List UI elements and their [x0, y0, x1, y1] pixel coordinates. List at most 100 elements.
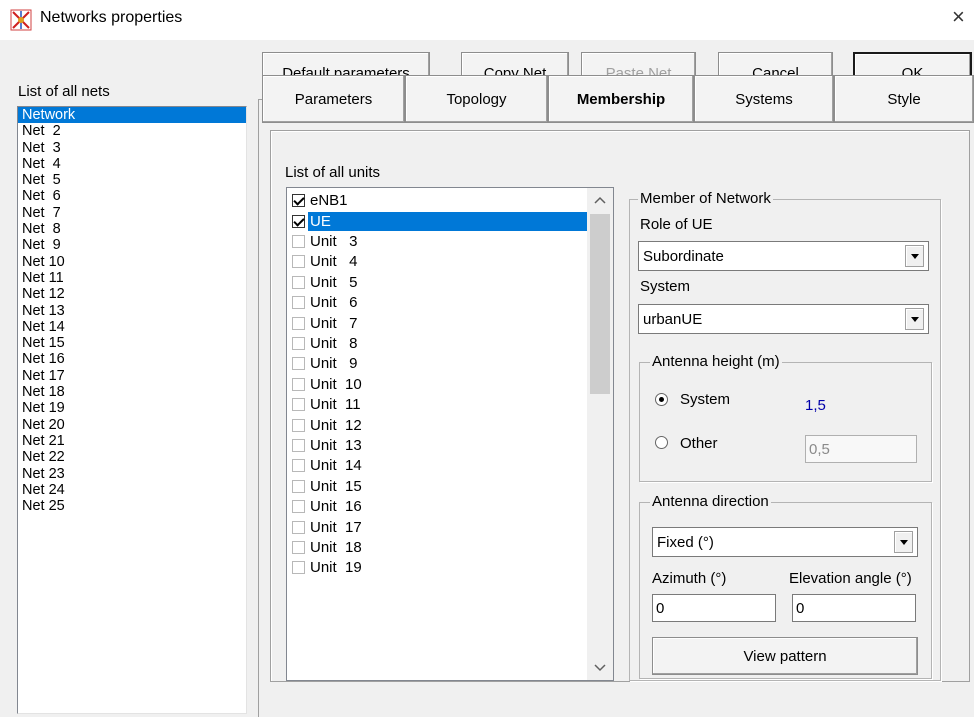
- net-list-item[interactable]: Net 22: [18, 449, 246, 465]
- unit-checkbox[interactable]: [292, 337, 305, 351]
- unit-checkbox[interactable]: [292, 194, 305, 208]
- azimuth-input[interactable]: 0: [652, 594, 776, 622]
- unit-checkbox[interactable]: [292, 398, 305, 412]
- antenna-height-system-radio[interactable]: [655, 393, 668, 406]
- unit-checkbox[interactable]: [292, 214, 305, 228]
- unit-checkbox[interactable]: [292, 418, 305, 432]
- unit-label: Unit 16: [310, 498, 362, 516]
- antenna-height-other-input[interactable]: 0,5: [805, 435, 917, 463]
- unit-label: Unit 19: [310, 559, 362, 577]
- unit-checkbox[interactable]: [292, 275, 305, 289]
- title-bar: Networks properties ×: [0, 0, 974, 40]
- unit-list-item[interactable]: Unit 4: [288, 252, 587, 272]
- antenna-height-other-label: Other: [680, 435, 718, 452]
- unit-checkbox[interactable]: [292, 479, 305, 493]
- unit-checkbox[interactable]: [292, 357, 305, 371]
- unit-list-item[interactable]: Unit 3: [288, 232, 587, 252]
- close-icon[interactable]: ×: [952, 4, 965, 30]
- unit-list-item[interactable]: Unit 14: [288, 456, 587, 476]
- tab-parameters[interactable]: Parameters: [262, 75, 405, 123]
- unit-checkbox[interactable]: [292, 520, 305, 534]
- net-list-item[interactable]: Net 2: [18, 123, 246, 139]
- net-list-item[interactable]: Net 23: [18, 466, 246, 482]
- unit-checkbox[interactable]: [292, 296, 305, 310]
- net-list-item[interactable]: Network: [18, 107, 246, 124]
- net-list-item[interactable]: Net 15: [18, 335, 246, 351]
- unit-checkbox[interactable]: [292, 439, 305, 453]
- unit-list-item[interactable]: Unit 10: [288, 375, 587, 395]
- unit-list-item[interactable]: Unit 13: [288, 436, 587, 456]
- unit-list-item[interactable]: eNB1: [288, 191, 587, 211]
- scroll-up-icon[interactable]: [587, 190, 613, 210]
- unit-list-item[interactable]: Unit 9: [288, 354, 587, 374]
- antenna-direction-value: Fixed (°): [657, 533, 714, 551]
- antenna-direction-select[interactable]: Fixed (°): [652, 527, 918, 557]
- system-value: urbanUE: [643, 310, 703, 328]
- unit-list-item[interactable]: UE: [288, 211, 587, 231]
- azimuth-label: Azimuth (°): [652, 570, 727, 587]
- system-select[interactable]: urbanUE: [638, 304, 929, 334]
- net-list-item[interactable]: Net 24: [18, 482, 246, 498]
- tab-systems[interactable]: Systems: [694, 75, 834, 123]
- unit-list-item[interactable]: Unit 18: [288, 538, 587, 558]
- unit-checkbox[interactable]: [292, 316, 305, 330]
- net-list-item[interactable]: Net 14: [18, 319, 246, 335]
- net-list-item[interactable]: Net 3: [18, 140, 246, 156]
- unit-list-item[interactable]: Unit 11: [288, 395, 587, 415]
- scrollbar-thumb[interactable]: [590, 214, 610, 394]
- unit-list-item[interactable]: Unit 5: [288, 273, 587, 293]
- unit-list-item[interactable]: Unit 15: [288, 477, 587, 497]
- unit-checkbox[interactable]: [292, 561, 305, 575]
- scroll-down-icon[interactable]: [587, 658, 613, 678]
- network-app-icon: [10, 9, 32, 31]
- net-list-item[interactable]: Net 7: [18, 205, 246, 221]
- chevron-down-icon: [905, 245, 924, 267]
- view-pattern-button[interactable]: View pattern: [652, 637, 918, 675]
- tab-style[interactable]: Style: [834, 75, 974, 123]
- member-group-title: Member of Network: [638, 190, 773, 207]
- role-label: Role of UE: [640, 216, 713, 233]
- unit-checkbox[interactable]: [292, 377, 305, 391]
- units-list[interactable]: eNB1 UE Unit 3 Unit 4 Unit 5 Unit 6 Unit 7 Unit…: [286, 187, 614, 681]
- net-list-item[interactable]: Net 16: [18, 351, 246, 367]
- unit-list-item[interactable]: Unit 12: [288, 415, 587, 435]
- net-list-item[interactable]: Net 12: [18, 286, 246, 302]
- unit-list-item[interactable]: Unit 6: [288, 293, 587, 313]
- net-list-item[interactable]: Net 4: [18, 156, 246, 172]
- unit-label: Unit 4: [310, 253, 358, 271]
- unit-list-item[interactable]: Unit 7: [288, 313, 587, 333]
- net-list-item[interactable]: Net 20: [18, 417, 246, 433]
- nets-list[interactable]: Network Net 2 Net 3 Net 4 Net 5 Net 6 Net 7 Net…: [17, 106, 247, 714]
- unit-checkbox[interactable]: [292, 255, 305, 269]
- unit-list-item[interactable]: Unit 17: [288, 517, 587, 537]
- net-list-item[interactable]: Net 9: [18, 237, 246, 253]
- net-list-item[interactable]: Net 8: [18, 221, 246, 237]
- net-list-item[interactable]: Net 19: [18, 400, 246, 416]
- unit-label: Unit 3: [310, 233, 358, 251]
- net-list-item[interactable]: Net 13: [18, 303, 246, 319]
- net-list-item[interactable]: Net 17: [18, 368, 246, 384]
- units-scrollbar[interactable]: [587, 188, 613, 680]
- unit-checkbox[interactable]: [292, 500, 305, 514]
- antenna-height-system-label: System: [680, 391, 731, 408]
- nets-list-label: List of all nets: [18, 83, 110, 100]
- net-list-item[interactable]: Net 18: [18, 384, 246, 400]
- tab-topology[interactable]: Topology: [405, 75, 548, 123]
- role-select[interactable]: Subordinate: [638, 241, 929, 271]
- net-list-item[interactable]: Net 6: [18, 188, 246, 204]
- antenna-direction-title: Antenna direction: [650, 493, 771, 510]
- unit-list-item[interactable]: Unit 19: [288, 558, 587, 578]
- net-list-item[interactable]: Net 10: [18, 254, 246, 270]
- net-list-item[interactable]: Net 25: [18, 498, 246, 514]
- net-list-item[interactable]: Net 11: [18, 270, 246, 286]
- unit-list-item[interactable]: Unit 16: [288, 497, 587, 517]
- elevation-input[interactable]: 0: [792, 594, 916, 622]
- antenna-height-other-radio[interactable]: [655, 436, 668, 449]
- unit-checkbox[interactable]: [292, 541, 305, 555]
- net-list-item[interactable]: Net 5: [18, 172, 246, 188]
- unit-checkbox[interactable]: [292, 235, 305, 249]
- unit-list-item[interactable]: Unit 8: [288, 334, 587, 354]
- tab-membership[interactable]: Membership: [548, 75, 694, 123]
- unit-checkbox[interactable]: [292, 459, 305, 473]
- net-list-item[interactable]: Net 21: [18, 433, 246, 449]
